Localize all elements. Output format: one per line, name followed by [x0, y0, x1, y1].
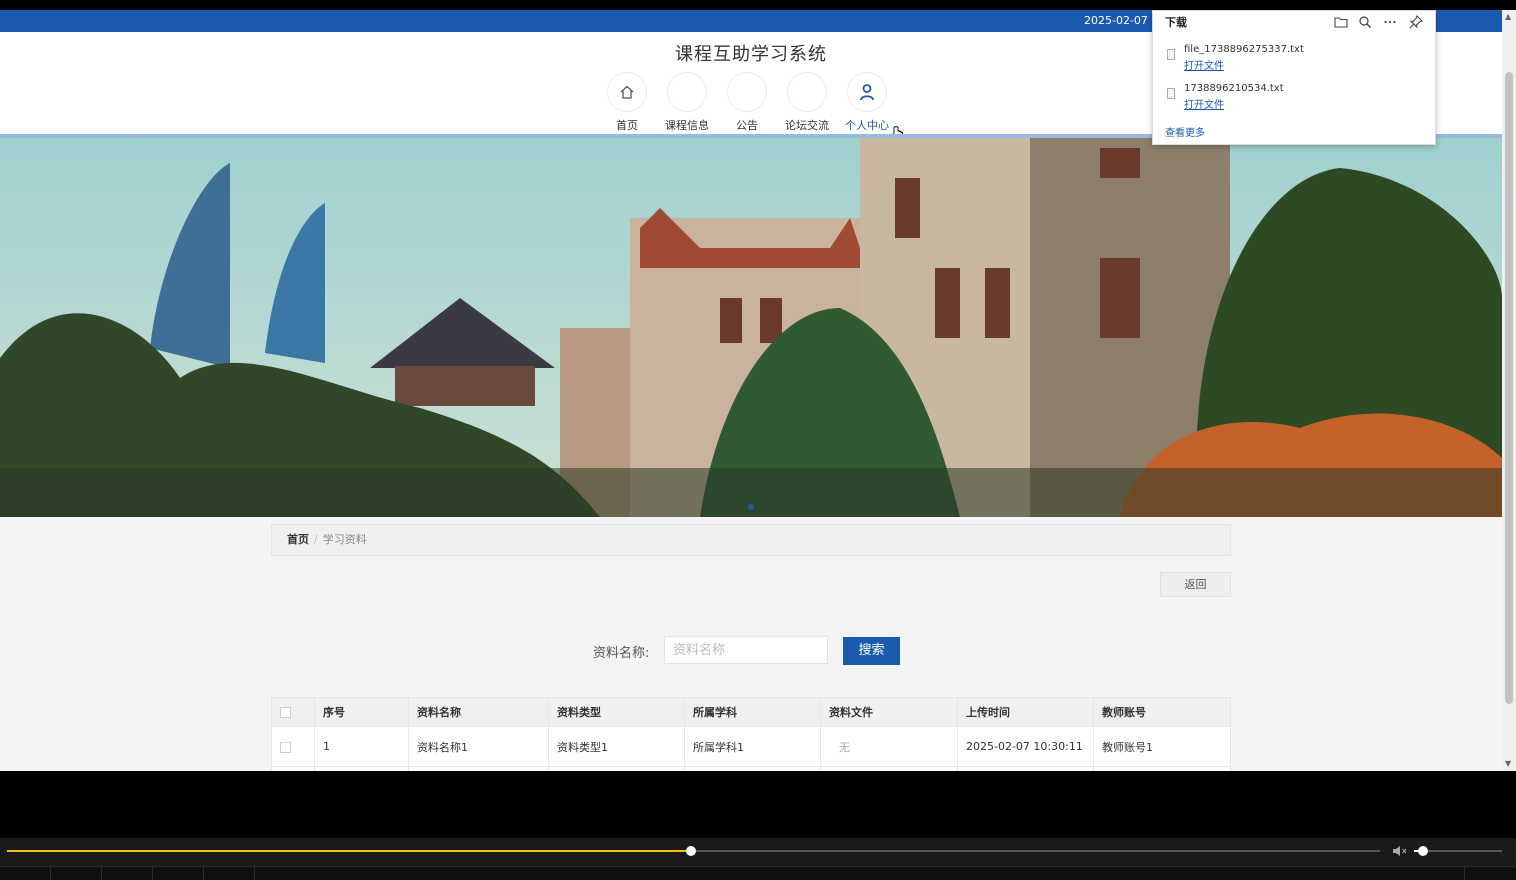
nav-circle-course-info — [667, 72, 707, 112]
table-row[interactable] — [271, 766, 1231, 771]
seek-bar[interactable] — [7, 846, 1380, 856]
divider — [1464, 867, 1465, 880]
player-bottom-bar — [0, 866, 1516, 880]
breadcrumb: 首页 / 学习资料 — [271, 524, 1231, 556]
divider — [254, 867, 255, 880]
banner-carousel[interactable] — [0, 138, 1502, 517]
scroll-up-icon[interactable]: ▲ — [1505, 12, 1511, 21]
open-file-link[interactable]: 打开文件 — [1184, 57, 1224, 72]
cell-material-type: 资料类型1 — [548, 726, 685, 767]
header-teacher-account: 教师账号 — [1093, 697, 1231, 727]
nav-label-course-info: 课程信息 — [665, 119, 709, 132]
nav-circle-notice — [727, 72, 767, 112]
select-all-cell — [271, 697, 315, 727]
back-button[interactable]: 返回 — [1160, 572, 1231, 597]
table-header-row: 序号 资料名称 资料类型 所属学科 资料文件 上传时间 教师账号 — [271, 697, 1231, 727]
cell-material-name: 资料名称1 — [408, 726, 549, 767]
seek-thumb[interactable] — [685, 846, 696, 856]
download-filename: file_1738896275337.txt — [1184, 44, 1304, 55]
folder-icon[interactable] — [1332, 13, 1350, 31]
cell-upload-time: 2025-02-07 10:30:11 — [957, 726, 1094, 767]
materials-table: 序号 资料名称 资料类型 所属学科 资料文件 上传时间 教师账号 1 资料名称1… — [271, 697, 1231, 771]
scrollbar-thumb[interactable] — [1505, 72, 1513, 704]
download-filename: 1738896210534.txt — [1184, 83, 1284, 94]
cell-material-file: 无 — [820, 726, 958, 767]
cell-teacher-account: 教师账号1 — [1093, 726, 1231, 767]
search-label: 资料名称: — [593, 646, 650, 661]
volume-icon[interactable] — [1391, 843, 1409, 859]
more-options-icon[interactable] — [1381, 13, 1399, 31]
cell-subject: 所属学科1 — [684, 726, 821, 767]
nav-item-home[interactable]: 首页 — [597, 72, 657, 133]
breadcrumb-current: 学习资料 — [322, 533, 367, 546]
header-subject: 所属学科 — [684, 697, 821, 727]
seek-progress — [7, 850, 691, 852]
nav-label-notice: 公告 — [736, 119, 758, 132]
carousel-indicator[interactable] — [748, 504, 754, 510]
cell-index: 1 — [314, 726, 409, 767]
search-button[interactable]: 搜索 — [843, 637, 900, 665]
divider — [101, 867, 102, 880]
divider — [152, 867, 153, 880]
divider — [50, 867, 51, 880]
nav-item-personal-center[interactable]: 个人中心 — [837, 72, 897, 133]
volume-thumb[interactable] — [1417, 846, 1428, 856]
top-bar-date: 2025-02-07 — [1084, 14, 1148, 27]
downloads-panel: 下载 file_1738896275337.txt 打开文件 173889621… — [1152, 10, 1436, 145]
see-more-link[interactable]: 查看更多 — [1165, 124, 1205, 139]
search-input[interactable] — [664, 636, 828, 664]
video-player-controls — [0, 838, 1516, 880]
row-checkbox[interactable] — [280, 741, 291, 753]
nav-item-notice[interactable]: 公告 — [717, 72, 777, 133]
banner-photo — [0, 138, 1502, 517]
nav-circle-forum — [787, 72, 827, 112]
nav-item-forum[interactable]: 论坛交流 — [777, 72, 837, 133]
nav-label-personal-center: 个人中心 — [845, 119, 889, 132]
downloads-title: 下载 — [1165, 16, 1187, 29]
open-file-link[interactable]: 打开文件 — [1184, 96, 1224, 111]
header-index: 序号 — [314, 697, 409, 727]
pin-icon[interactable] — [1407, 13, 1425, 31]
nav-label-forum: 论坛交流 — [785, 119, 829, 132]
search-icon[interactable] — [1356, 13, 1374, 31]
header-upload-time: 上传时间 — [957, 697, 1094, 727]
breadcrumb-separator: / — [314, 533, 318, 546]
scroll-down-icon[interactable]: ▼ — [1505, 759, 1511, 768]
file-icon — [1167, 49, 1175, 60]
nav-circle-home — [607, 72, 647, 112]
page-scrollbar[interactable]: ▲ ▼ — [1502, 10, 1516, 771]
home-icon — [620, 85, 634, 99]
file-icon — [1167, 88, 1175, 99]
nav-item-course-info[interactable]: 课程信息 — [657, 72, 717, 133]
screen: 2025-02-07 课程互助学习系统 首页 课程信息 公告 论坛交流 个人中心… — [0, 0, 1516, 880]
nav-label-home: 首页 — [616, 119, 638, 132]
header-material-name: 资料名称 — [408, 697, 549, 727]
user-icon — [860, 84, 874, 101]
nav-circle-personal-center — [847, 72, 887, 112]
volume-slider[interactable] — [1414, 846, 1502, 856]
table-row[interactable]: 1 资料名称1 资料类型1 所属学科1 无 2025-02-07 10:30:1… — [271, 726, 1231, 767]
select-all-checkbox[interactable] — [280, 707, 291, 718]
header-material-file: 资料文件 — [820, 697, 958, 727]
divider — [203, 867, 204, 880]
header-material-type: 资料类型 — [548, 697, 685, 727]
row-select-cell — [271, 726, 315, 767]
breadcrumb-home[interactable]: 首页 — [287, 533, 309, 546]
